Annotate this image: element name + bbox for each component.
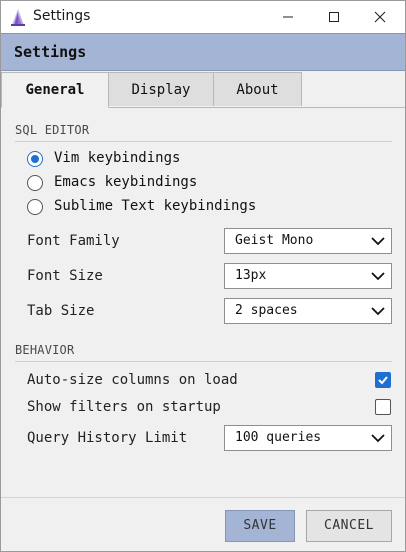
checkmark-icon: [378, 376, 388, 385]
select-value: 100 queries: [235, 430, 322, 445]
query-history-limit-label: Query History Limit: [27, 430, 188, 446]
tab-general[interactable]: General: [1, 72, 109, 108]
select-value: Geist Mono: [235, 233, 314, 248]
chevron-down-icon: [371, 237, 385, 246]
tab-size-label: Tab Size: [27, 303, 95, 319]
settings-window: Settings Settings General Display About …: [0, 0, 406, 552]
save-button[interactable]: SAVE: [225, 510, 295, 542]
radio-label: Emacs keybindings: [54, 174, 198, 190]
maximize-button[interactable]: [311, 1, 357, 33]
auto-size-columns-checkbox[interactable]: [375, 372, 391, 388]
radio-button[interactable]: [27, 199, 43, 215]
tab-size-select[interactable]: 2 spaces: [224, 298, 392, 324]
close-icon: [374, 11, 386, 23]
section-divider: [15, 361, 392, 362]
font-family-select[interactable]: Geist Mono: [224, 228, 392, 254]
query-history-limit-select[interactable]: 100 queries: [224, 425, 392, 451]
radio-label: Vim keybindings: [54, 150, 181, 166]
section-label-behavior: BEHAVIOR: [15, 343, 75, 357]
page-title: Settings: [14, 43, 87, 61]
window-title: Settings: [33, 8, 91, 24]
cancel-button[interactable]: CANCEL: [306, 510, 392, 542]
font-size-select[interactable]: 13px: [224, 263, 392, 289]
select-value: 13px: [235, 268, 267, 283]
chevron-down-icon: [371, 434, 385, 443]
title-bar[interactable]: Settings: [1, 1, 405, 33]
tab-bar: General Display About: [1, 71, 405, 108]
chevron-down-icon: [371, 307, 385, 316]
radio-label: Sublime Text keybindings: [54, 198, 257, 214]
close-button[interactable]: [357, 1, 403, 33]
auto-size-columns-label: Auto-size columns on load: [27, 372, 238, 388]
footer-divider: [1, 497, 405, 498]
minimize-icon: [283, 16, 293, 18]
chevron-down-icon: [371, 272, 385, 281]
section-divider: [15, 141, 392, 142]
select-value: 2 spaces: [235, 303, 298, 318]
radio-button[interactable]: [27, 175, 43, 191]
app-logo-icon: [10, 8, 26, 26]
settings-header: Settings: [1, 33, 405, 71]
section-label-sql-editor: SQL EDITOR: [15, 123, 90, 137]
tab-about[interactable]: About: [213, 72, 302, 106]
font-size-label: Font Size: [27, 268, 103, 284]
font-family-label: Font Family: [27, 233, 120, 249]
show-filters-checkbox[interactable]: [375, 399, 391, 415]
tab-display[interactable]: Display: [108, 72, 214, 106]
maximize-icon: [329, 12, 339, 22]
radio-button[interactable]: [27, 151, 43, 167]
minimize-button[interactable]: [265, 1, 311, 33]
show-filters-label: Show filters on startup: [27, 399, 221, 415]
